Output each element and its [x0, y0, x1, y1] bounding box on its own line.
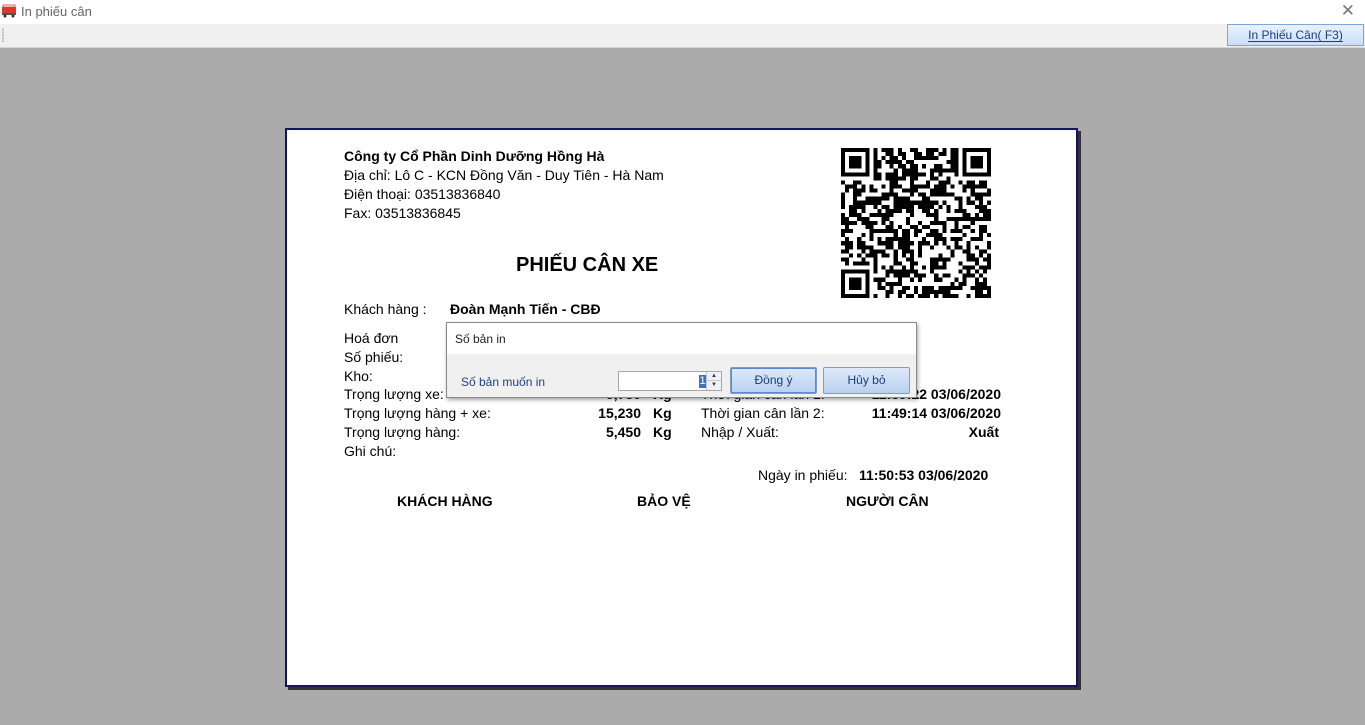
dialog-title: Số bản in — [455, 332, 506, 346]
copies-spinner[interactable]: 1 ▲ ▼ — [618, 371, 722, 391]
print-date-label: Ngày in phiếu: — [758, 467, 848, 483]
ok-button[interactable]: Đồng ý — [730, 367, 817, 394]
gross-weight-unit: Kg — [653, 405, 672, 421]
weigh-time-2-label: Thời gian cân lần 2: — [701, 405, 825, 421]
customer-label: Khách hàng : — [344, 301, 427, 317]
weigh-time-2-value: 11:49:14 03/06/2020 — [871, 405, 1001, 421]
vehicle-weight-label: Trọng lượng xe: — [344, 386, 444, 402]
dialog-header: Số bản in — [447, 323, 916, 354]
truck-scale-app-icon — [2, 4, 16, 18]
print-date-value: 11:50:53 03/06/2020 — [859, 467, 989, 483]
print-ticket-button[interactable]: In Phiếu Cân( F3) — [1227, 24, 1364, 46]
toolbar: In Phiếu Cân( F3) — [0, 24, 1365, 48]
print-ticket-button-label: In Phiếu Cân( F3) — [1248, 28, 1343, 42]
goods-weight-label: Trọng lượng hàng: — [344, 424, 461, 440]
cancel-button[interactable]: Hủy bỏ — [823, 367, 910, 394]
warehouse-label: Kho: — [344, 368, 373, 384]
company-name: Công ty Cổ Phần Dinh Dưỡng Hồng Hà — [344, 148, 605, 164]
ticket-title: PHIẾU CÂN XE — [516, 254, 659, 276]
copies-label: Số bản muốn in — [461, 375, 546, 389]
window-title: In phiếu cân — [21, 4, 92, 19]
close-icon[interactable]: ✕ — [1341, 1, 1355, 21]
qr-code — [841, 148, 991, 298]
copies-dialog: Số bản in Số bản muốn in 1 ▲ ▼ Đồng ý Hủ… — [446, 322, 917, 398]
customer-value: Đoàn Mạnh Tiến - CBĐ — [450, 301, 601, 317]
toolbar-grip[interactable] — [2, 28, 4, 42]
invoice-label: Hoá đơn — [344, 330, 399, 346]
spin-up-icon[interactable]: ▲ — [707, 372, 721, 381]
copies-input[interactable]: 1 — [699, 375, 706, 388]
window-titlebar: In phiếu cân ✕ — [0, 0, 1365, 24]
signature-weigher: NGƯỜI CÂN — [846, 493, 929, 509]
gross-weight-label: Trọng lượng hàng + xe: — [344, 405, 491, 421]
spinner-buttons: ▲ ▼ — [706, 372, 721, 390]
import-export-value: Xuất — [968, 424, 999, 440]
report-page: Công ty Cổ Phần Dinh Dưỡng Hồng Hà Địa c… — [285, 128, 1078, 687]
gross-weight-value: 15,230 — [598, 405, 641, 421]
goods-weight-value: 5,450 — [605, 424, 641, 440]
ticket-number-label: Số phiếu: — [344, 349, 404, 365]
spin-down-icon[interactable]: ▼ — [707, 381, 721, 390]
note-label: Ghi chú: — [344, 443, 397, 459]
import-export-label: Nhập / Xuất: — [701, 424, 779, 440]
signature-guard: BẢO VỆ — [637, 493, 691, 509]
company-phone: Điện thoại: 03513836840 — [344, 186, 501, 202]
signature-customer: KHÁCH HÀNG — [397, 493, 493, 509]
company-address: Địa chỉ: Lô C - KCN Đồng Văn - Duy Tiên … — [344, 167, 664, 183]
goods-weight-unit: Kg — [653, 424, 672, 440]
company-fax: Fax: 03513836845 — [344, 205, 461, 221]
